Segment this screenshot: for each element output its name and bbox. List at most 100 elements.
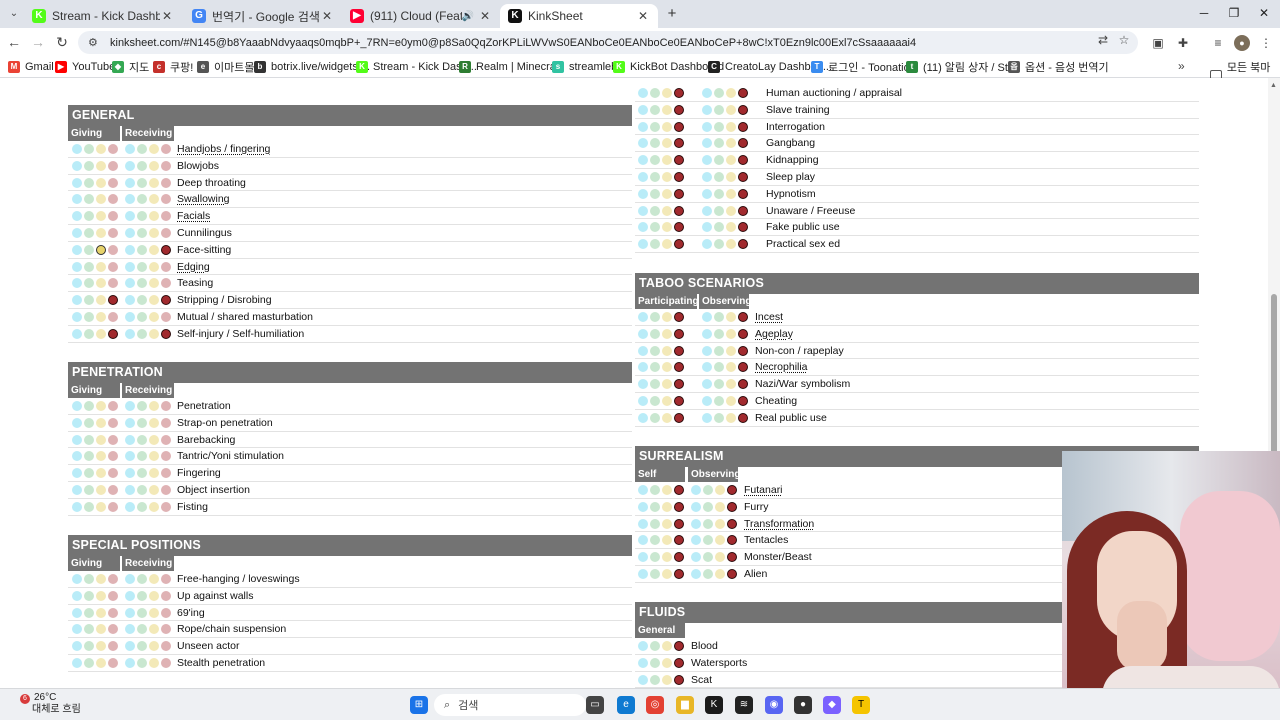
rating-circle[interactable]: [72, 501, 82, 512]
rating-circle[interactable]: [674, 379, 684, 390]
translate-icon[interactable]: ⇄: [1096, 33, 1110, 47]
rating-circle[interactable]: [674, 328, 684, 339]
bookmark-item[interactable]: ▶ YouTube: [55, 59, 115, 75]
kink-label[interactable]: Necrophilia: [755, 361, 808, 373]
rating-circle[interactable]: [149, 144, 159, 154]
rating-circle[interactable]: [149, 401, 159, 411]
rating-circle[interactable]: [662, 312, 672, 322]
rating-circle[interactable]: [650, 328, 660, 339]
rating-circle[interactable]: [702, 345, 712, 356]
rating-circle[interactable]: [738, 395, 748, 406]
rating-circle[interactable]: [72, 641, 82, 652]
rating-circle[interactable]: [161, 261, 171, 272]
rating-circle[interactable]: [702, 88, 712, 98]
rating-circle[interactable]: [108, 401, 118, 411]
rating-circle[interactable]: [125, 451, 135, 462]
rating-circle[interactable]: [96, 641, 106, 652]
rating-circle[interactable]: [149, 590, 159, 601]
rating-circle[interactable]: [650, 485, 660, 495]
rating-circle[interactable]: [108, 295, 118, 306]
rating-circle[interactable]: [703, 552, 713, 563]
rating-circle[interactable]: [108, 194, 118, 205]
rating-circle[interactable]: [714, 362, 724, 373]
rating-circle[interactable]: [137, 484, 147, 495]
address-bar[interactable]: ⚙ kinksheet.com/#N145@b8YaaabNdvyaaqs0mq…: [78, 31, 1138, 54]
rating-circle[interactable]: [72, 311, 82, 322]
rating-circle[interactable]: [650, 138, 660, 149]
rating-circle[interactable]: [72, 401, 82, 411]
discord-icon[interactable]: ◉: [765, 696, 783, 714]
rating-circle[interactable]: [662, 641, 672, 651]
rating-circle[interactable]: [161, 227, 171, 238]
rating-circle[interactable]: [714, 205, 724, 216]
rating-circle[interactable]: [638, 568, 648, 579]
rating-circle[interactable]: [714, 104, 724, 115]
rating-circle[interactable]: [662, 239, 672, 250]
close-tab-icon[interactable]: ✕: [160, 9, 174, 23]
rating-circle[interactable]: [96, 401, 106, 411]
rating-circle[interactable]: [674, 657, 684, 668]
rating-circle[interactable]: [137, 657, 147, 668]
rating-circle[interactable]: [650, 379, 660, 390]
rating-circle[interactable]: [137, 211, 147, 222]
rating-circle[interactable]: [714, 328, 724, 339]
windows-start-icon[interactable]: ⊞: [410, 696, 428, 714]
rating-circle[interactable]: [72, 328, 82, 339]
rating-circle[interactable]: [72, 261, 82, 272]
rating-circle[interactable]: [149, 434, 159, 445]
rating-circle[interactable]: [108, 451, 118, 462]
rating-circle[interactable]: [137, 468, 147, 479]
rating-circle[interactable]: [72, 657, 82, 668]
rating-circle[interactable]: [125, 590, 135, 601]
rating-circle[interactable]: [72, 211, 82, 222]
rating-circle[interactable]: [650, 674, 660, 685]
rating-circle[interactable]: [125, 468, 135, 479]
rating-circle[interactable]: [662, 88, 672, 98]
rating-circle[interactable]: [738, 239, 748, 250]
rating-circle[interactable]: [662, 155, 672, 166]
rating-circle[interactable]: [161, 590, 171, 601]
rating-circle[interactable]: [738, 138, 748, 149]
rating-circle[interactable]: [72, 244, 82, 255]
rating-circle[interactable]: [96, 211, 106, 222]
rating-circle[interactable]: [149, 468, 159, 479]
rating-circle[interactable]: [691, 568, 701, 579]
bookmark-item[interactable]: R Realm | Minecraft: [459, 59, 562, 75]
rating-circle[interactable]: [72, 278, 82, 289]
rating-circle[interactable]: [161, 244, 171, 255]
close-tab-icon[interactable]: ✕: [320, 9, 334, 23]
browser-tab[interactable]: K KinkSheet ✕: [500, 4, 658, 28]
rating-circle[interactable]: [726, 395, 736, 406]
rating-circle[interactable]: [662, 362, 672, 373]
rating-circle[interactable]: [674, 88, 684, 98]
rating-circle[interactable]: [674, 412, 684, 423]
rating-circle[interactable]: [715, 501, 725, 512]
rating-circle[interactable]: [638, 312, 648, 322]
rating-circle[interactable]: [137, 194, 147, 205]
rating-circle[interactable]: [72, 468, 82, 479]
rating-circle[interactable]: [638, 188, 648, 199]
rating-circle[interactable]: [727, 518, 737, 529]
scroll-up-icon[interactable]: ▲: [1270, 82, 1277, 89]
rating-circle[interactable]: [149, 311, 159, 322]
rating-circle[interactable]: [84, 311, 94, 322]
rating-circle[interactable]: [738, 171, 748, 182]
rating-circle[interactable]: [714, 88, 724, 98]
rating-circle[interactable]: [727, 552, 737, 563]
rating-circle[interactable]: [650, 641, 660, 651]
rating-circle[interactable]: [662, 138, 672, 149]
rating-circle[interactable]: [72, 227, 82, 238]
rating-circle[interactable]: [108, 177, 118, 188]
rating-circle[interactable]: [702, 222, 712, 233]
rating-circle[interactable]: [161, 434, 171, 445]
rating-circle[interactable]: [638, 138, 648, 149]
rating-circle[interactable]: [638, 239, 648, 250]
rating-circle[interactable]: [149, 227, 159, 238]
rating-circle[interactable]: [96, 657, 106, 668]
rating-circle[interactable]: [72, 484, 82, 495]
rating-circle[interactable]: [96, 607, 106, 618]
rating-circle[interactable]: [72, 574, 82, 584]
rating-circle[interactable]: [638, 205, 648, 216]
rating-circle[interactable]: [726, 362, 736, 373]
rating-circle[interactable]: [650, 395, 660, 406]
